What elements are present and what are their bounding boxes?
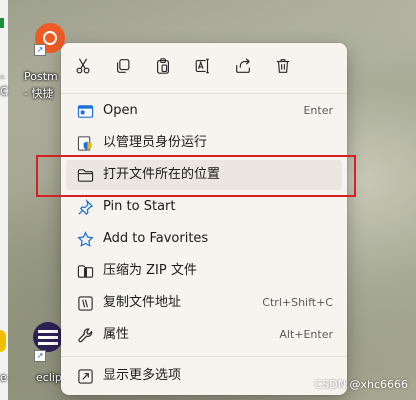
watermark: CSDN @xhc6666 bbox=[314, 378, 408, 391]
menu-item-properties[interactable]: 属性 Alt+Enter bbox=[66, 320, 342, 350]
shield-icon bbox=[76, 134, 94, 152]
annotation-highlight-box bbox=[36, 155, 356, 197]
menu-item-shortcut: Alt+Enter bbox=[279, 328, 333, 341]
pin-icon bbox=[76, 198, 94, 216]
menu-item-label: 压缩为 ZIP 文件 bbox=[103, 263, 197, 278]
menu-divider bbox=[61, 356, 347, 357]
quick-action-bar bbox=[61, 43, 347, 93]
shortcut-arrow-icon: ↗ bbox=[34, 44, 46, 56]
app-window-icon bbox=[76, 102, 94, 120]
scissors-icon bbox=[74, 57, 92, 79]
menu-item-label: Open bbox=[103, 103, 138, 118]
menu-item-shortcut: Ctrl+Shift+C bbox=[262, 296, 333, 309]
desktop-icon-label: Postm bbox=[24, 70, 58, 83]
menu-item-compress-zip[interactable]: 压缩为 ZIP 文件 bbox=[66, 256, 342, 286]
menu-item-show-more-options[interactable]: 显示更多选项 bbox=[66, 361, 342, 391]
menu-item-label: Add to Favorites bbox=[103, 231, 209, 246]
copy-icon bbox=[114, 57, 132, 79]
share-button[interactable] bbox=[229, 54, 257, 82]
menu-divider bbox=[61, 93, 347, 94]
zip-icon bbox=[76, 262, 94, 280]
menu-item-open[interactable]: Open Enter bbox=[66, 96, 342, 126]
menu-item-add-to-favorites[interactable]: Add to Favorites bbox=[66, 224, 342, 254]
more-options-icon bbox=[76, 367, 94, 385]
menu-item-copy-path[interactable]: 复制文件地址 Ctrl+Shift+C bbox=[66, 288, 342, 318]
menu-item-label: 显示更多选项 bbox=[103, 368, 182, 383]
shortcut-arrow-icon: ↗ bbox=[34, 350, 46, 362]
wrench-icon bbox=[76, 326, 94, 344]
rename-button[interactable] bbox=[189, 54, 217, 82]
menu-item-label: 属性 bbox=[103, 327, 130, 342]
share-icon bbox=[234, 57, 252, 79]
star-icon bbox=[76, 230, 94, 248]
eclipse-app-icon bbox=[33, 322, 63, 352]
menu-item-label: 复制文件地址 bbox=[103, 295, 182, 310]
desktop-partial-icon bbox=[0, 330, 6, 352]
desktop-label-fragment: e bbox=[0, 371, 7, 384]
menu-item-shortcut: Enter bbox=[303, 104, 333, 117]
menu-item-run-as-admin[interactable]: 以管理员身份运行 bbox=[66, 128, 342, 158]
menu-item-label: Pin to Start bbox=[103, 199, 176, 214]
desktop-label-fragment: C bbox=[0, 85, 8, 98]
menu-item-label: 以管理员身份运行 bbox=[103, 135, 208, 150]
context-menu: Open Enter 以管理员身份运行 打开文件所在的位置 Pin to Sta… bbox=[61, 43, 347, 395]
trash-icon bbox=[274, 57, 292, 79]
desktop-icon-label: - 快捷 bbox=[24, 87, 54, 100]
desktop-label-fragment: - bbox=[0, 70, 4, 83]
rename-icon bbox=[194, 57, 212, 79]
cut-button[interactable] bbox=[69, 54, 97, 82]
desktop-icon-label: eclip bbox=[36, 371, 62, 384]
copy-button[interactable] bbox=[109, 54, 137, 82]
desktop-partial-icon bbox=[0, 18, 4, 28]
clipboard-icon bbox=[154, 57, 172, 79]
paste-button[interactable] bbox=[149, 54, 177, 82]
delete-button[interactable] bbox=[269, 54, 297, 82]
copy-path-icon bbox=[76, 294, 94, 312]
